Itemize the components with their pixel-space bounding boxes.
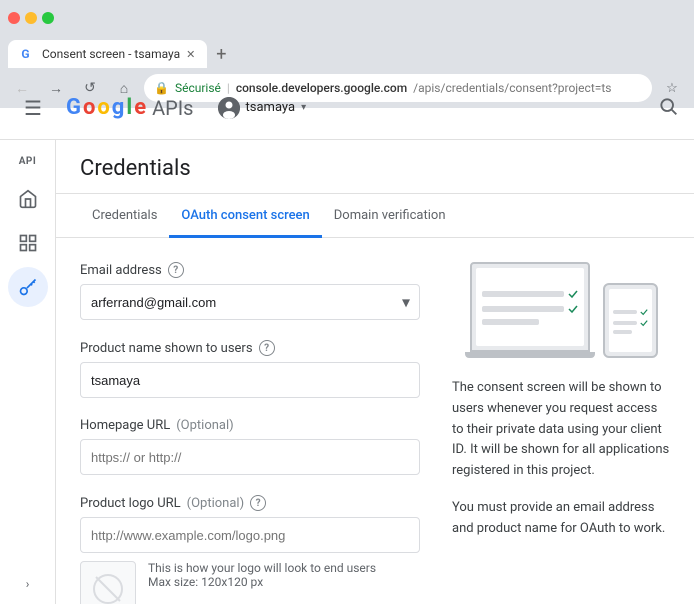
logo-e: e [134, 95, 146, 120]
product-name-input[interactable] [80, 362, 420, 398]
logo-g2: g [112, 95, 125, 120]
info-text-1: The consent screen will be shown to user… [452, 378, 670, 482]
screen-row-2 [482, 304, 578, 314]
url-separator: | [227, 81, 230, 95]
homepage-input[interactable] [80, 439, 420, 475]
user-account[interactable]: tsamaya ▾ [218, 97, 307, 119]
homepage-group: Homepage URL (Optional) [80, 418, 420, 475]
traffic-lights [8, 12, 54, 24]
sidebar-api-label: API [19, 148, 37, 175]
sidebar-item-dashboard[interactable] [8, 223, 48, 263]
product-name-group: Product name shown to users ? [80, 340, 420, 398]
email-group: Email address ? arferrand@gmail.com ▾ [80, 262, 420, 320]
logo-label: Product logo URL (Optional) ? [80, 495, 420, 511]
screen-line-1 [482, 291, 564, 297]
product-name-help-icon[interactable]: ? [259, 340, 275, 356]
logo-g: G [66, 95, 81, 120]
sidebar: API › [0, 140, 56, 604]
logo-l: l [126, 95, 132, 120]
active-tab[interactable]: G Consent screen - tsamaya ✕ [8, 40, 207, 68]
logo-input[interactable] [80, 517, 420, 553]
screen-row-3 [482, 319, 578, 325]
maximize-button[interactable] [42, 12, 54, 24]
check-icon-1 [568, 289, 578, 299]
phone-row-1 [613, 308, 648, 316]
tab-bar: G Consent screen - tsamaya ✕ + [0, 36, 694, 68]
search-icon [658, 96, 678, 116]
content-area: Credentials Credentials OAuth consent sc… [56, 140, 694, 604]
logo-help-icon[interactable]: ? [250, 495, 266, 511]
phone-screen [609, 289, 652, 352]
secure-label: Sécurisé [175, 81, 221, 95]
screen-line-2 [482, 306, 564, 312]
phone-device [603, 283, 658, 358]
phone-line-1 [613, 310, 637, 314]
logo-group: Product logo URL (Optional) ? [80, 495, 420, 604]
account-icon-svg [218, 97, 240, 119]
menu-button[interactable]: ☰ [16, 88, 50, 128]
close-button[interactable] [8, 12, 20, 24]
phone-check-1 [640, 308, 648, 316]
info-section: The consent screen will be shown to user… [452, 262, 670, 604]
sidebar-item-home[interactable] [8, 179, 48, 219]
dashboard-icon [18, 233, 38, 253]
key-icon [18, 277, 38, 297]
svg-text:G: G [21, 47, 29, 61]
tabs-bar: Credentials OAuth consent screen Domain … [56, 194, 694, 238]
laptop-base [465, 352, 595, 358]
new-tab-button[interactable]: + [207, 40, 235, 68]
content-header: Credentials [56, 140, 694, 194]
tab-credentials[interactable]: Credentials [80, 194, 169, 238]
main-layout: API › Credent [0, 140, 694, 604]
sidebar-expand-button[interactable]: › [8, 572, 48, 596]
device-illustration [452, 262, 670, 358]
logo-o2: o [97, 95, 109, 120]
page-title: Credentials [80, 156, 670, 181]
form-section: Email address ? arferrand@gmail.com ▾ Pr… [80, 262, 420, 604]
tab-close-button[interactable]: ✕ [186, 48, 195, 61]
logo-apis: APIs [152, 96, 193, 120]
url-path: /apis/credentials/consent?project=ts [413, 81, 611, 95]
check-icon-2 [568, 304, 578, 314]
homepage-label: Homepage URL (Optional) [80, 418, 420, 433]
laptop-device [470, 262, 590, 352]
laptop-container [465, 262, 595, 358]
phone-row-2 [613, 319, 648, 327]
info-text-2: You must provide an email address and pr… [452, 498, 670, 540]
titlebar [0, 0, 694, 36]
screen-row-1 [482, 289, 578, 299]
url-domain: console.developers.google.com [236, 81, 407, 95]
form-area: Email address ? arferrand@gmail.com ▾ Pr… [56, 238, 694, 604]
tab-favicon: G [20, 46, 36, 62]
tab-oauth-consent[interactable]: OAuth consent screen [169, 194, 321, 238]
logo-placeholder-box [80, 561, 136, 604]
email-select[interactable]: arferrand@gmail.com [80, 284, 420, 320]
screen-line-3 [482, 319, 540, 325]
minimize-button[interactable] [25, 12, 37, 24]
tab-domain-verification[interactable]: Domain verification [322, 194, 458, 238]
phone-line-2 [613, 321, 637, 325]
tab-title: Consent screen - tsamaya [42, 47, 180, 61]
no-image-icon [92, 573, 124, 604]
logo-hint: This is how your logo will look to end u… [148, 561, 376, 589]
logo-preview: This is how your logo will look to end u… [80, 561, 420, 604]
logo-o1: o [83, 95, 95, 120]
laptop-screen [476, 268, 584, 346]
account-avatar [218, 97, 240, 119]
email-select-wrapper: arferrand@gmail.com ▾ [80, 284, 420, 320]
account-dropdown-icon: ▾ [301, 102, 306, 113]
phone-line-3 [613, 330, 632, 334]
sidebar-item-credentials[interactable] [8, 267, 48, 307]
phone-check-2 [640, 319, 648, 327]
phone-row-3 [613, 330, 648, 334]
product-name-label: Product name shown to users ? [80, 340, 420, 356]
email-help-icon[interactable]: ? [168, 262, 184, 278]
email-label: Email address ? [80, 262, 420, 278]
home-icon [18, 189, 38, 209]
google-apis-logo: G o o g l e APIs [66, 95, 194, 120]
browser-chrome: G Consent screen - tsamaya ✕ + ← → ↺ ⌂ 🔒… [0, 0, 694, 76]
account-name: tsamaya [246, 100, 296, 115]
secure-icon: 🔒 [154, 81, 169, 95]
header-search-button[interactable] [658, 96, 678, 120]
